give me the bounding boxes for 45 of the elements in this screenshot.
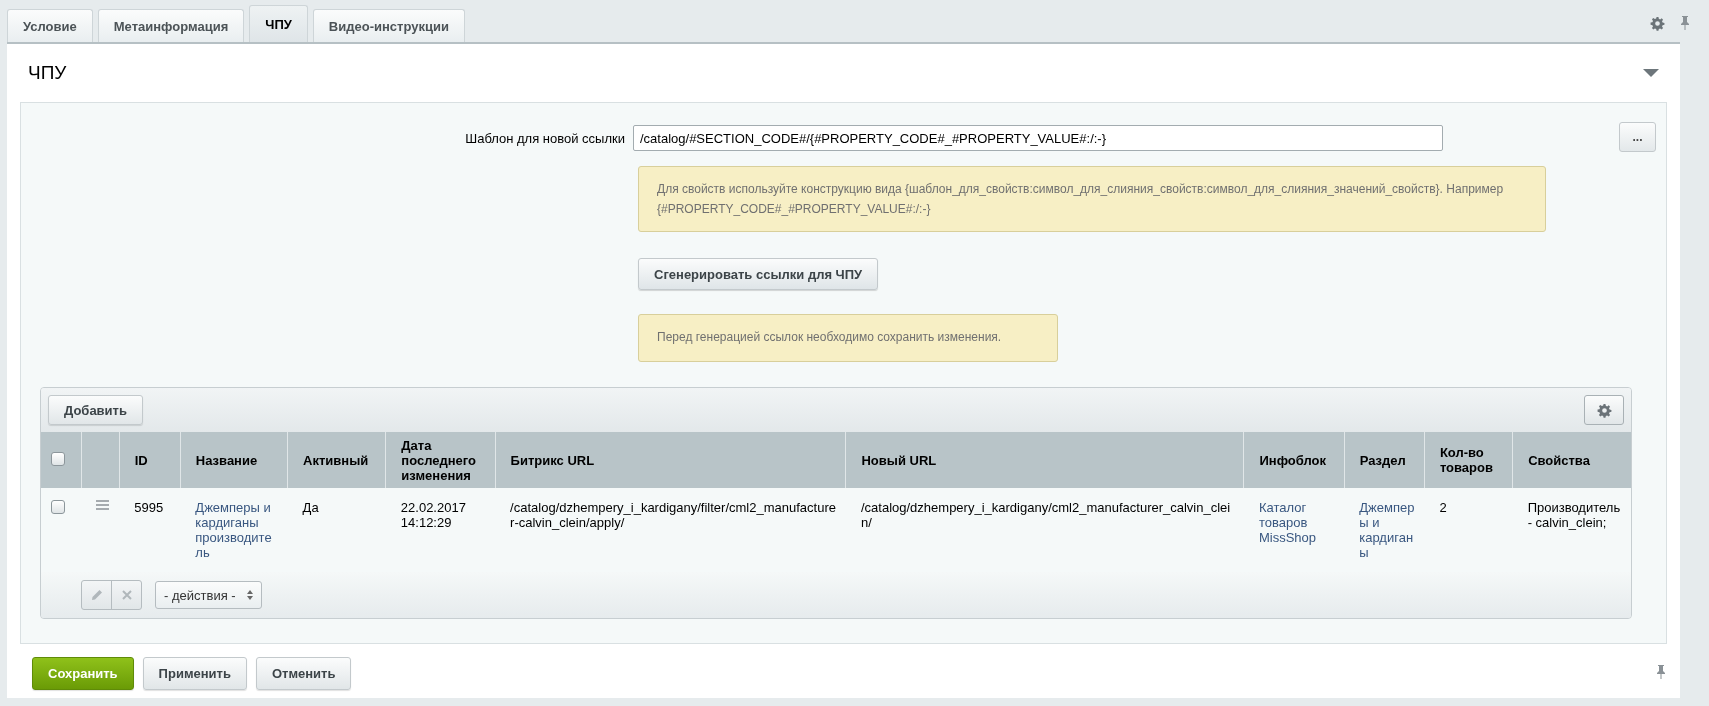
more-button[interactable]: ... bbox=[1619, 122, 1656, 152]
column-header[interactable]: Инфоблок bbox=[1243, 432, 1345, 488]
tab[interactable]: ЧПУ bbox=[249, 5, 308, 42]
close-icon[interactable] bbox=[121, 590, 132, 600]
column-header[interactable]: ID bbox=[119, 432, 181, 488]
field-label: Шаблон для новой ссылки bbox=[464, 130, 626, 146]
table-cell: Производитель - calvin_clein; bbox=[1527, 500, 1621, 530]
column-header[interactable]: Название bbox=[180, 432, 288, 488]
tab[interactable]: Метаинформация bbox=[97, 9, 245, 42]
table-cell: Да bbox=[302, 500, 319, 515]
footer-button[interactable]: Применить bbox=[142, 656, 247, 690]
section-title: ЧПУ bbox=[27, 62, 67, 84]
column-header[interactable]: Новый URL bbox=[845, 432, 1244, 488]
table-cell: /catalog/dzhempery_i_kardigany/filter/cml2_manufacturer-calvin_clein/apply/ bbox=[510, 500, 836, 530]
collapse-icon[interactable] bbox=[1643, 69, 1659, 77]
actions-dropdown[interactable]: - действия - bbox=[155, 581, 262, 609]
table-cell: 22.02.2017 14:12:29 bbox=[400, 500, 466, 530]
warning-message: Перед генерацией ссылок необходимо сохранить изменения. bbox=[638, 314, 1058, 362]
table-cell: 2 bbox=[1439, 500, 1447, 515]
table-cell: /catalog/dzhempery_i_kardigany/cml2_manufacturer_calvin_clein/ bbox=[860, 500, 1231, 530]
generate-button[interactable]: Сгенерировать ссылки для ЧПУ bbox=[638, 258, 879, 290]
row-checkbox[interactable] bbox=[51, 500, 65, 514]
tab[interactable]: Видео-инструкции bbox=[312, 9, 465, 42]
add-button[interactable]: Добавить bbox=[48, 395, 143, 425]
column-header[interactable]: Битрикс URL bbox=[495, 432, 846, 488]
settings-icon[interactable] bbox=[1650, 15, 1665, 31]
column-header[interactable]: Свойства bbox=[1512, 432, 1631, 488]
column-header[interactable]: Раздел bbox=[1344, 432, 1425, 488]
column-header[interactable]: Активный bbox=[287, 432, 386, 488]
template-field[interactable]: /catalog/#SECTION_CODE#/{#PROPERTY_CODE#_#PROPERTY_VALUE#:/:-} bbox=[633, 125, 1443, 151]
column-header[interactable]: Дата последнего изменения bbox=[385, 432, 496, 488]
select-all-checkbox[interactable] bbox=[51, 451, 65, 466]
pencil-icon[interactable] bbox=[90, 589, 103, 601]
hint-message: Для свойств используйте конструкцию вида {шаблон_для_свойств:символ_для_слияния_свойств:символ_для_слияния_значений_свойств}. Например {#PROPERTY_CODE#_#PROPERTY_VALUE#:/:-} bbox=[638, 166, 1546, 232]
column-header[interactable]: Кол-во товаров bbox=[1424, 432, 1513, 488]
grid-settings-button[interactable] bbox=[1584, 395, 1624, 425]
tab[interactable]: Условие bbox=[7, 9, 93, 42]
table-cell: 5995 bbox=[134, 500, 164, 515]
footer-button[interactable]: Отменить bbox=[255, 656, 352, 690]
settings-icon[interactable] bbox=[1596, 402, 1612, 418]
pin-icon[interactable] bbox=[1679, 15, 1691, 31]
menu-icon[interactable] bbox=[96, 500, 110, 510]
pin-icon[interactable] bbox=[1655, 664, 1667, 680]
sort-arrows-icon bbox=[247, 590, 253, 600]
edit-delete-group[interactable] bbox=[81, 580, 142, 610]
